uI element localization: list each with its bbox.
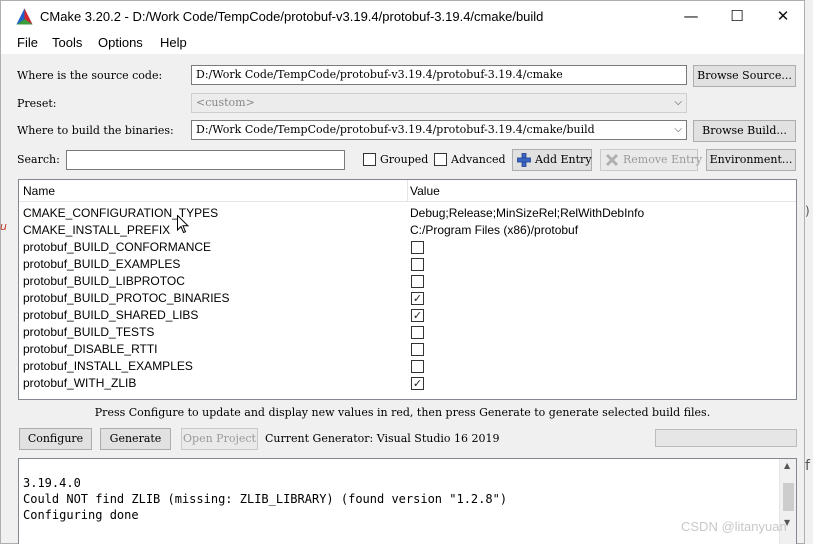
preset-combo: <custom> ⌵: [191, 93, 687, 113]
background-text: u: [0, 220, 7, 233]
grouped-checkbox[interactable]: [363, 153, 376, 166]
source-path-value: D:/Work Code/TempCode/protobuf-v3.19.4/p…: [196, 68, 563, 81]
mouse-cursor-icon: [177, 215, 189, 234]
add-entry-button[interactable]: Add Entry: [512, 149, 592, 171]
cache-entry-checkbox[interactable]: ✓: [411, 292, 424, 305]
current-generator-label: Current Generator: Visual Studio 16 2019: [265, 432, 500, 445]
cache-entry-checkbox[interactable]: [411, 275, 424, 288]
environment-button[interactable]: Environment...: [706, 149, 796, 171]
browse-source-button[interactable]: Browse Source...: [693, 65, 796, 87]
cmake-window: CMake 3.20.2 - D:/Work Code/TempCode/pro…: [0, 0, 805, 544]
cache-entry-name: protobuf_BUILD_CONFORMANCE: [23, 240, 212, 254]
menu-help[interactable]: Help: [160, 35, 187, 50]
cache-entry-value[interactable]: C:/Program Files (x86)/protobuf: [410, 223, 578, 237]
preset-value: <custom>: [196, 96, 255, 109]
configure-hint: Press Configure to update and display ne…: [94, 406, 711, 419]
cache-entry-checkbox[interactable]: ✓: [411, 377, 424, 390]
build-path-combo[interactable]: D:/Work Code/TempCode/protobuf-v3.19.4/p…: [191, 120, 687, 140]
log-line: 3.19.4.0: [23, 476, 81, 490]
cache-entry-name: protobuf_BUILD_PROTOC_BINARIES: [23, 291, 230, 305]
progress-bar: [655, 429, 797, 447]
source-path-input[interactable]: D:/Work Code/TempCode/protobuf-v3.19.4/p…: [191, 65, 687, 85]
cache-entry-checkbox[interactable]: [411, 360, 424, 373]
background-window: ) f: [804, 0, 813, 544]
table-row[interactable]: CMAKE_CONFIGURATION_TYPES Debug;Release;M…: [19, 205, 796, 222]
watermark: CSDN @litanyuan: [681, 519, 787, 534]
cache-entry-checkbox[interactable]: ✓: [411, 309, 424, 322]
preset-label: Preset:: [17, 97, 57, 110]
menu-file[interactable]: File: [17, 35, 38, 50]
column-divider[interactable]: [407, 180, 408, 202]
maximize-button[interactable]: ☐: [714, 1, 760, 32]
background-text: ): [805, 204, 810, 218]
grouped-label: Grouped: [380, 153, 429, 166]
cache-entry-name: protobuf_WITH_ZLIB: [23, 376, 137, 390]
search-label: Search:: [17, 153, 60, 166]
menu-bar: File Tools Options Help: [1, 32, 804, 54]
cache-entry-value[interactable]: Debug;Release;MinSizeRel;RelWithDebInfo: [410, 206, 644, 220]
generate-button[interactable]: Generate: [100, 428, 171, 450]
remove-entry-label: Remove Entry: [623, 153, 703, 166]
table-row[interactable]: protobuf_BUILD_SHARED_LIBS ✓: [19, 307, 796, 324]
chevron-down-icon: ⌵: [674, 97, 682, 108]
plus-icon: [517, 153, 531, 167]
remove-entry-button: Remove Entry: [600, 149, 702, 171]
column-header-name[interactable]: Name: [23, 184, 55, 198]
minimize-button[interactable]: —: [668, 1, 714, 32]
advanced-checkbox[interactable]: [434, 153, 447, 166]
cache-entry-name: protobuf_BUILD_LIBPROTOC: [23, 274, 185, 288]
cache-entry-checkbox[interactable]: [411, 241, 424, 254]
table-row[interactable]: protobuf_BUILD_CONFORMANCE: [19, 239, 796, 256]
advanced-label: Advanced: [451, 153, 506, 166]
table-row[interactable]: protobuf_WITH_ZLIB ✓: [19, 375, 796, 392]
search-input[interactable]: [66, 150, 345, 170]
cache-table: Name Value CMAKE_CONFIGURATION_TYPES Debu…: [18, 179, 797, 400]
table-header: Name Value: [19, 180, 796, 202]
cache-entry-name: protobuf_BUILD_EXAMPLES: [23, 257, 181, 271]
configure-button[interactable]: Configure: [19, 428, 92, 450]
background-text: f: [805, 458, 810, 474]
scroll-up-icon[interactable]: ▲: [784, 461, 790, 470]
cache-entry-name: protobuf_INSTALL_EXAMPLES: [23, 359, 193, 373]
scroll-thumb[interactable]: [783, 483, 794, 511]
table-row[interactable]: protobuf_BUILD_PROTOC_BINARIES ✓: [19, 290, 796, 307]
close-button[interactable]: ✕: [760, 1, 806, 32]
window-title: CMake 3.20.2 - D:/Work Code/TempCode/pro…: [40, 9, 544, 24]
title-bar: CMake 3.20.2 - D:/Work Code/TempCode/pro…: [1, 1, 804, 32]
cache-entry-name: protobuf_DISABLE_RTTI: [23, 342, 158, 356]
cmake-triangle-icon: [16, 8, 33, 25]
remove-icon: [605, 153, 619, 167]
cache-entry-name: protobuf_BUILD_TESTS: [23, 325, 155, 339]
menu-options[interactable]: Options: [98, 35, 143, 50]
open-project-button: Open Project: [181, 428, 258, 450]
table-row[interactable]: CMAKE_INSTALL_PREFIX C:/Program Files (x8…: [19, 222, 796, 239]
table-row[interactable]: protobuf_BUILD_TESTS: [19, 324, 796, 341]
cache-entry-checkbox[interactable]: [411, 326, 424, 339]
add-entry-label: Add Entry: [535, 153, 592, 166]
browse-build-button[interactable]: Browse Build...: [693, 120, 796, 142]
cache-entry-name: CMAKE_INSTALL_PREFIX: [23, 223, 171, 237]
table-row[interactable]: protobuf_INSTALL_EXAMPLES: [19, 358, 796, 375]
column-header-value[interactable]: Value: [410, 184, 440, 198]
log-line: Configuring done: [23, 508, 139, 522]
cache-entry-name: protobuf_BUILD_SHARED_LIBS: [23, 308, 199, 322]
build-label: Where to build the binaries:: [17, 124, 174, 137]
table-row[interactable]: protobuf_BUILD_LIBPROTOC: [19, 273, 796, 290]
menu-tools[interactable]: Tools: [52, 35, 82, 50]
source-label: Where is the source code:: [17, 69, 163, 82]
chevron-down-icon[interactable]: ⌵: [674, 121, 682, 139]
table-row[interactable]: protobuf_BUILD_EXAMPLES: [19, 256, 796, 273]
table-row[interactable]: protobuf_DISABLE_RTTI: [19, 341, 796, 358]
cache-entry-checkbox[interactable]: [411, 343, 424, 356]
log-line: Could NOT find ZLIB (missing: ZLIB_LIBRA…: [23, 492, 508, 506]
build-path-value: D:/Work Code/TempCode/protobuf-v3.19.4/p…: [196, 123, 595, 136]
cache-entry-checkbox[interactable]: [411, 258, 424, 271]
